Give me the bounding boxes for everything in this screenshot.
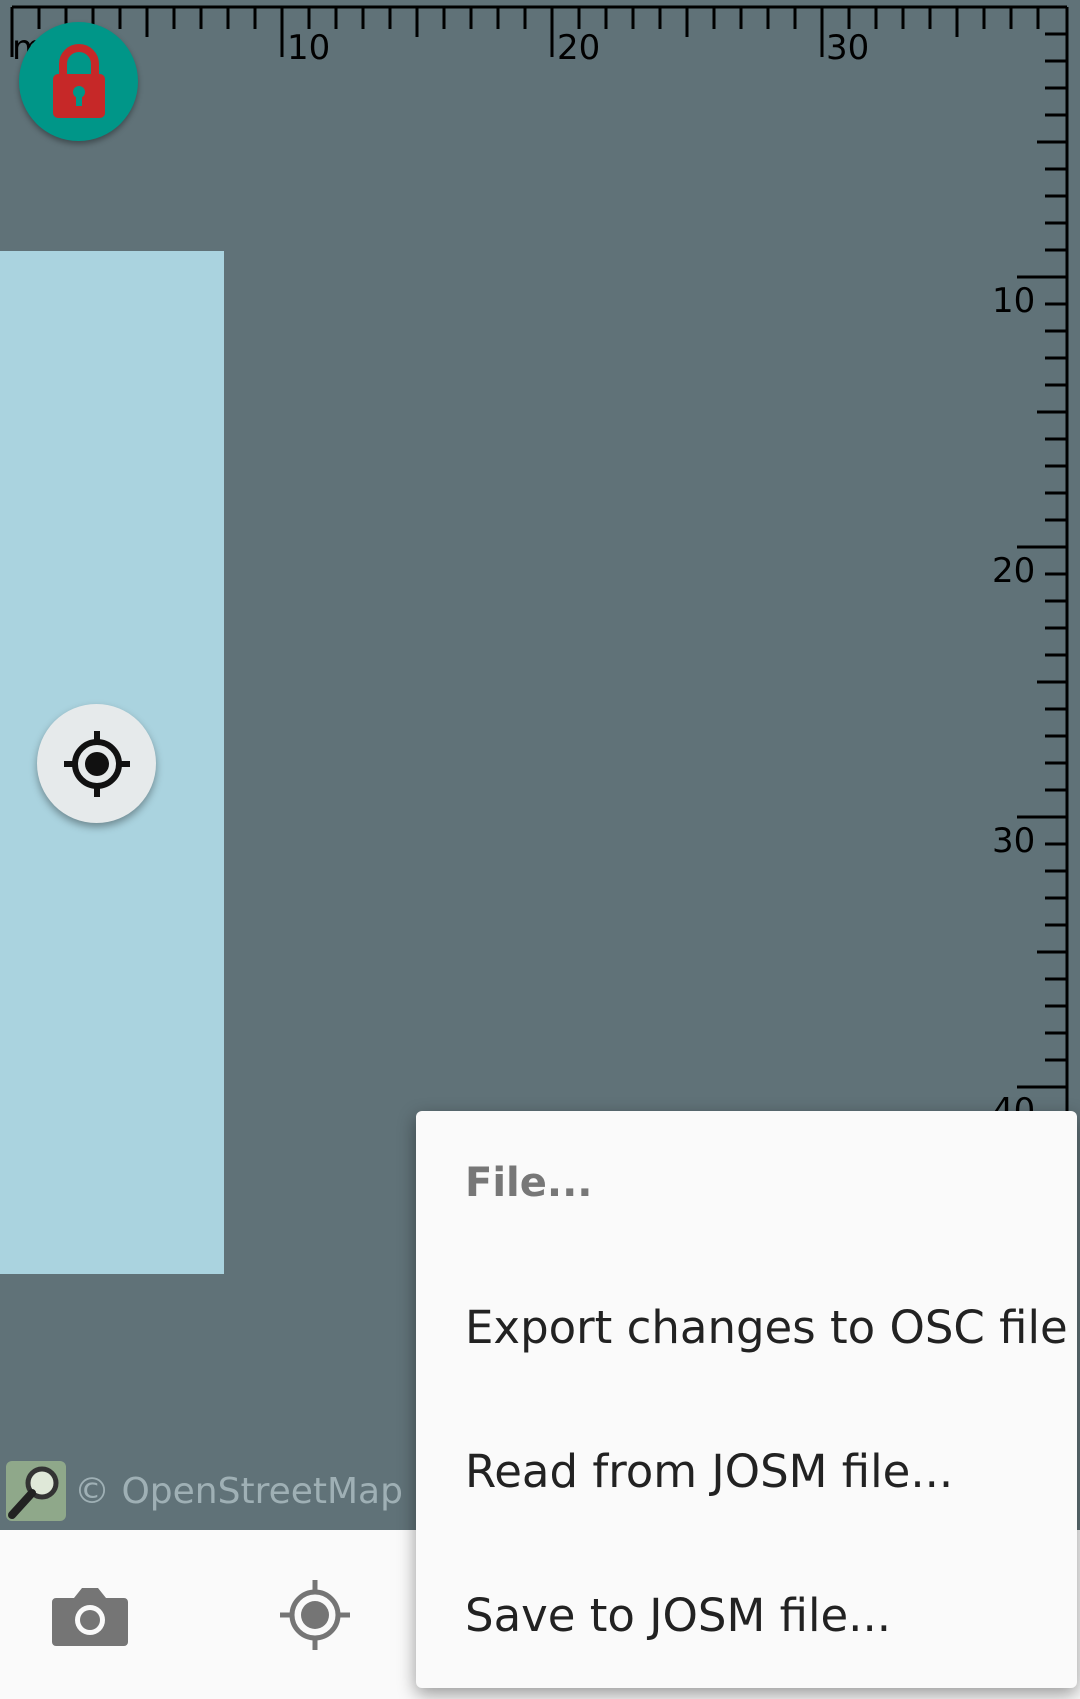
file-menu-popup: File... Export changes to OSC file Read …: [416, 1111, 1077, 1688]
attribution-text: © OpenStreetMap cor: [74, 1470, 472, 1512]
menu-item-read-josm[interactable]: Read from JOSM file...: [416, 1399, 1077, 1543]
gps-button[interactable]: [37, 704, 156, 823]
camera-button[interactable]: [45, 1570, 135, 1660]
gps-location-icon: [280, 1580, 350, 1650]
camera-icon: [52, 1588, 128, 1646]
ruler-top-label: 10: [287, 28, 331, 68]
menu-header-file: File...: [465, 1160, 593, 1206]
ruler-top-label: 30: [826, 28, 870, 68]
map-attribution[interactable]: © OpenStreetMap cor: [4, 1456, 471, 1526]
location-button[interactable]: [270, 1570, 360, 1660]
ruler-right-label: 30: [992, 821, 1036, 861]
gps-fixed-icon: [63, 730, 130, 797]
osm-logo-icon: [6, 1461, 66, 1521]
ruler-top-label: 20: [557, 28, 601, 68]
ruler-right-label: 10: [992, 281, 1036, 321]
ruler-right-label: 20: [992, 551, 1036, 591]
lock-icon: [52, 43, 105, 118]
menu-item-save-josm[interactable]: Save to JOSM file...: [416, 1543, 1077, 1687]
ruler-top-ticks: [10, 5, 1067, 57]
menu-item-export-osc[interactable]: Export changes to OSC file: [416, 1255, 1077, 1399]
lock-button[interactable]: [19, 22, 138, 141]
